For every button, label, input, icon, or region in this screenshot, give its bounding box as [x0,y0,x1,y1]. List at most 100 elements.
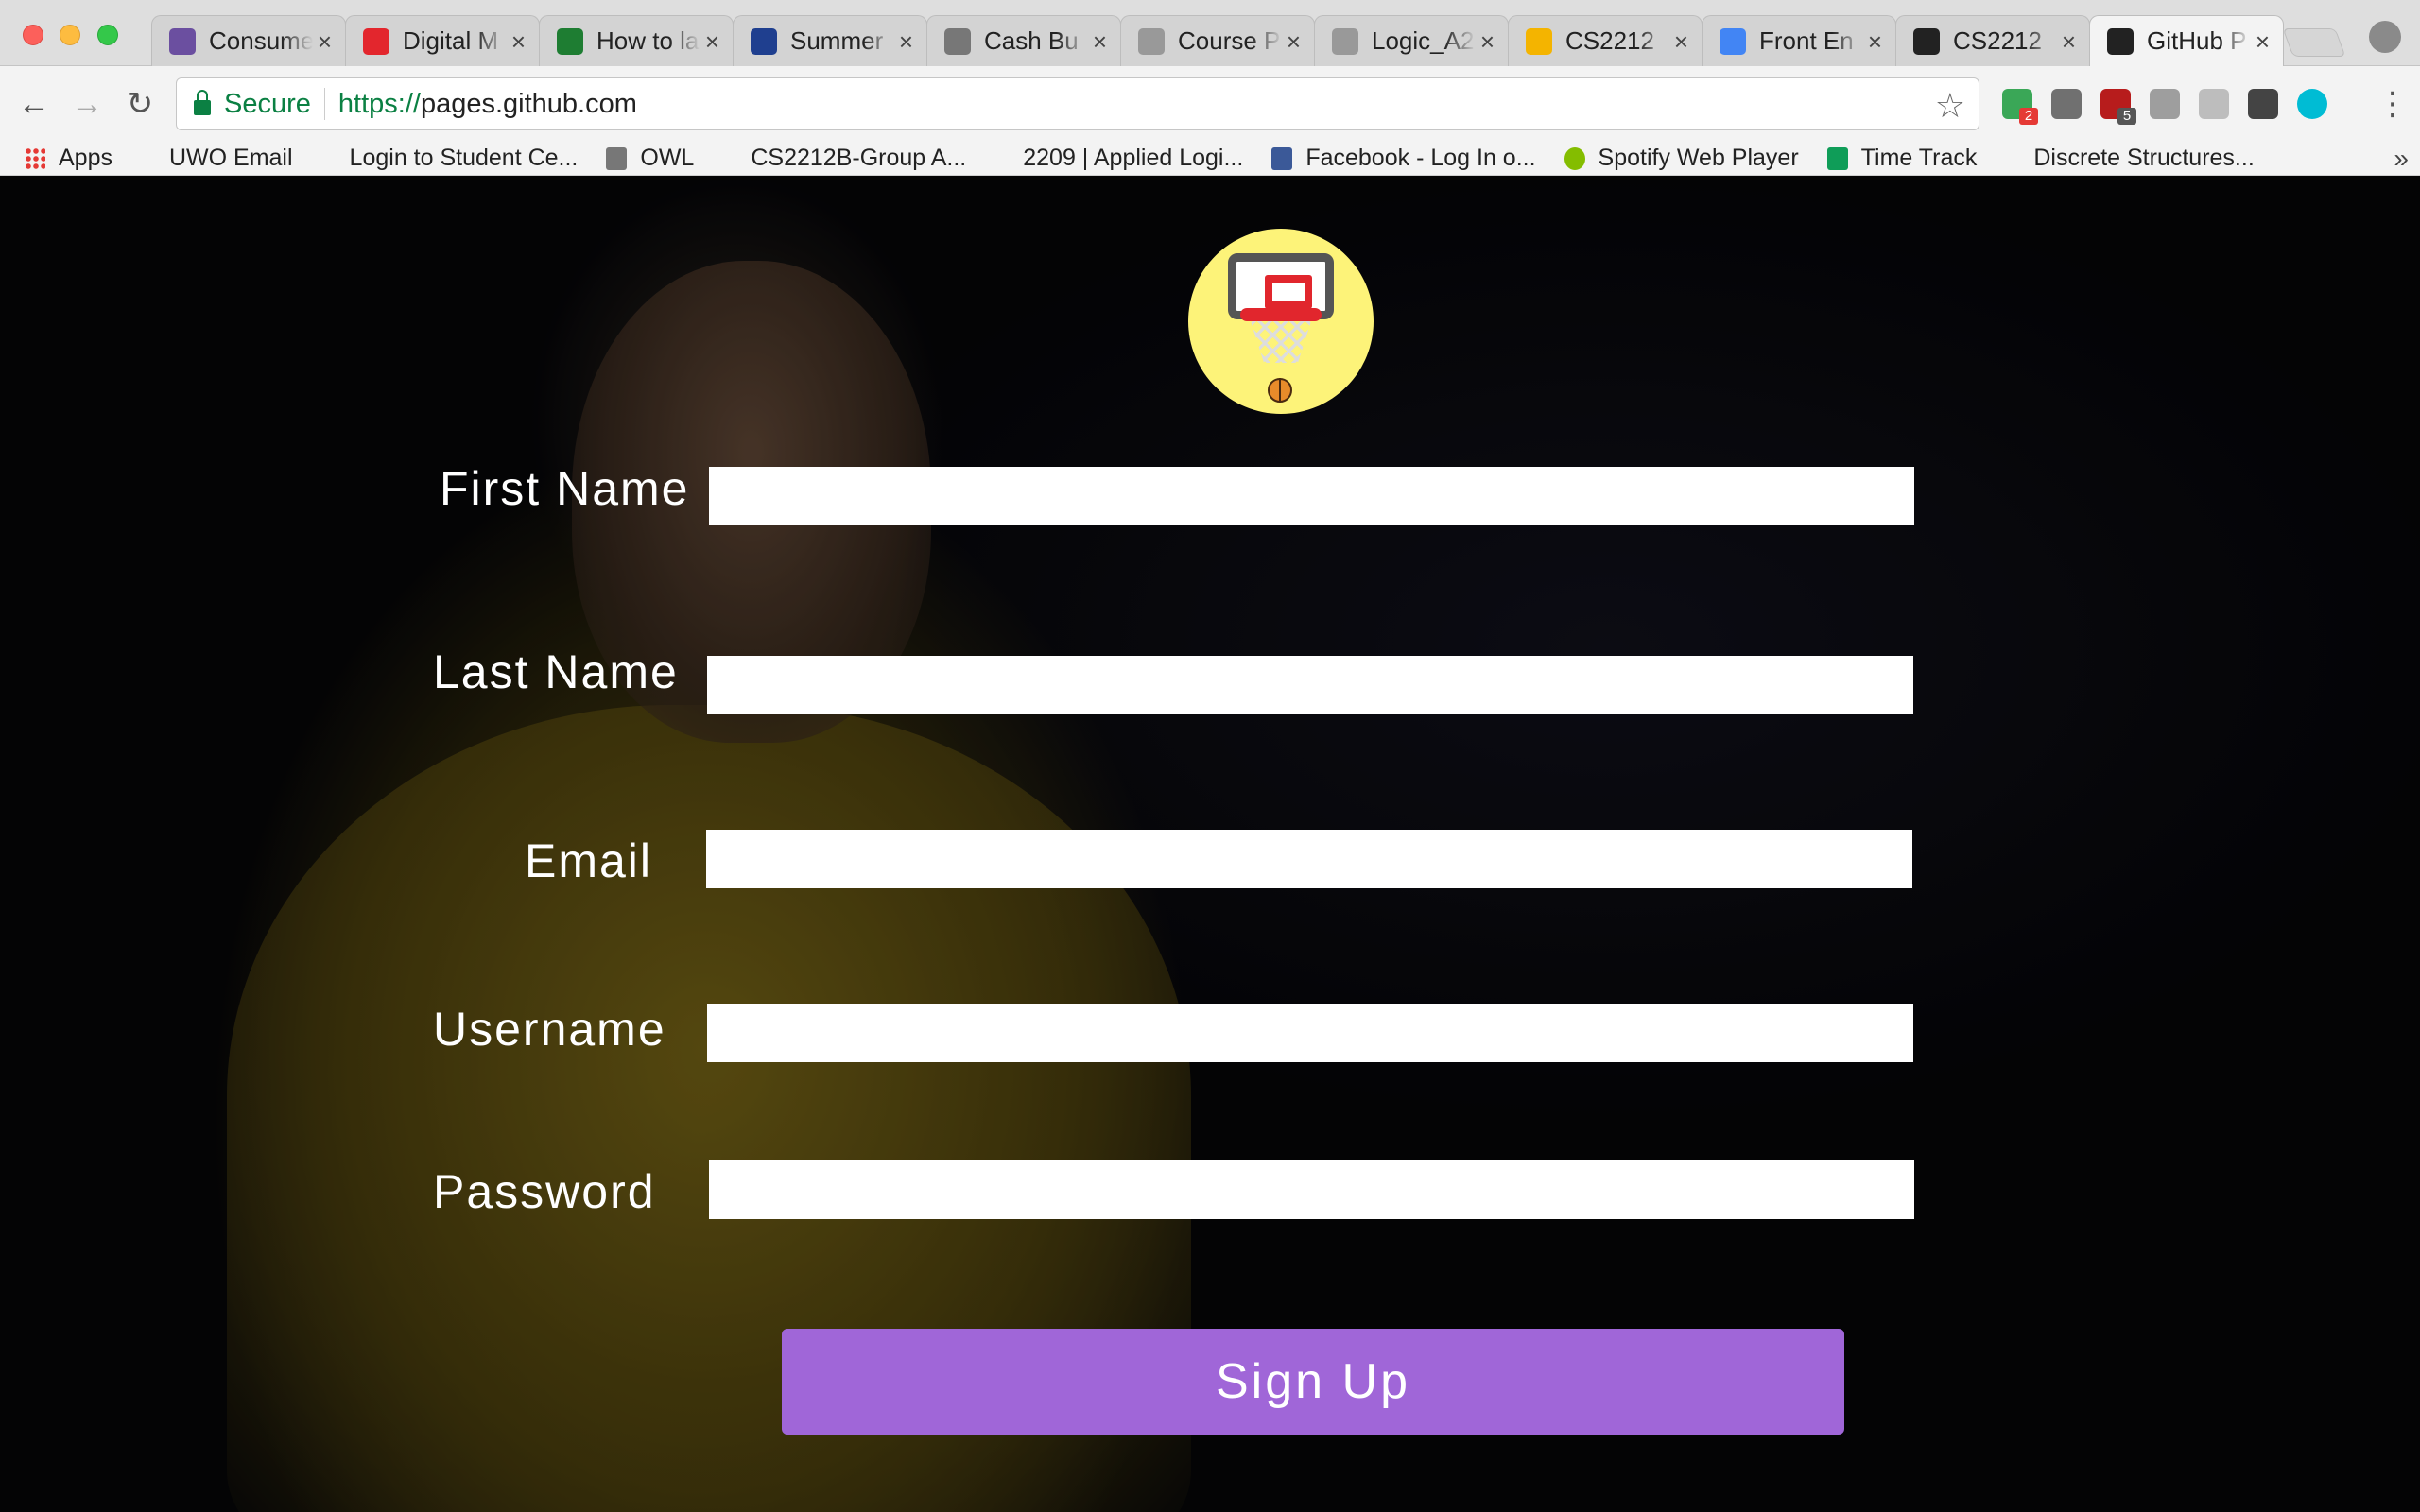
tab-close-icon[interactable]: × [2062,27,2076,56]
tab-label: Summer [790,26,884,55]
browser-tab[interactable]: Consumer × [151,15,346,66]
apps-grid-icon [25,146,45,170]
bookmark-item[interactable]: Spotify Web Player [1564,145,1799,172]
last-name-label: Last Name [433,645,679,698]
red-circle-icon [363,27,389,55]
tab-close-icon[interactable]: × [2256,27,2270,56]
google-drive-extension-icon[interactable] [2051,89,2082,119]
color-wheel-icon[interactable] [2248,89,2278,119]
browser-tab[interactable]: GitHub P × [2089,15,2284,66]
url-text[interactable]: https://pages.github.com [338,89,637,120]
tab-label: Consumer [209,26,313,55]
last-name-input[interactable] [707,656,1913,714]
bookmark-label: CS2212B-Group A... [751,145,967,171]
reload-icon[interactable]: ↻ [119,83,161,125]
tab-strip: Consumer × Digital M × How to la × Summer × Cash… [0,0,2420,66]
green-extension-icon[interactable]: 2 [2002,89,2038,125]
address-bar[interactable]: Secure https://pages.github.com ☆ [176,77,1979,130]
signup-page: First Name Last Name Email Username Pass… [0,176,2420,1512]
first-name-input[interactable] [709,467,1914,525]
first-name-label: First Name [440,462,690,515]
browser-menu-icon[interactable]: ⋮ [2377,83,2409,125]
github-icon [1913,27,1940,55]
back-arrow-icon[interactable]: ← [13,83,55,125]
forward-arrow-icon[interactable]: → [66,83,108,125]
minimize-window-button[interactable] [60,25,80,45]
close-window-button[interactable] [23,25,43,45]
browser-tab[interactable]: Course P × [1120,15,1315,66]
power-icon[interactable] [2150,89,2180,119]
bookmark-item[interactable]: Apps [25,145,112,172]
bookmark-item[interactable]: CS2212B-Group A... [722,145,967,345]
google-docs-icon [1720,27,1746,55]
tab-label: CS2212 [1565,26,1654,55]
browser-tab[interactable]: CS2212 × [1895,15,2090,66]
browser-tab[interactable]: How to la × [539,15,734,66]
tab-close-icon[interactable]: × [1480,27,1495,56]
facebook-icon [1271,146,1293,170]
basketball-hoop-icon [1188,229,1374,414]
bookmark-label: Login to Student Ce... [349,145,579,171]
green-a-icon [557,27,583,55]
email-input[interactable] [706,830,1912,888]
browser-tab[interactable]: Logic_A2 × [1314,15,1509,66]
lock-icon [194,90,211,115]
tab-close-icon[interactable]: × [318,27,332,56]
email-label: Email [525,834,653,887]
tab-label: Front En [1759,26,1854,55]
google-drive-icon [1526,27,1552,55]
bookmark-label: Apps [59,145,112,171]
address-separator [323,88,325,120]
bookmark-item[interactable]: 2209 | Applied Logi... [994,145,1243,345]
sign-up-button[interactable]: Sign Up [782,1329,1844,1435]
tab-label: Cash Bu [984,26,1079,55]
tab-label: Logic_A2 [1372,26,1475,55]
browser-tab[interactable]: Digital M × [345,15,540,66]
recycle-icon[interactable] [2199,89,2229,119]
browser-tab[interactable]: CS2212 × [1508,15,1703,66]
spotify-icon [1564,146,1585,170]
hoop-net [1251,321,1311,363]
tab-label: Course P [1178,26,1281,55]
security-label: Secure [224,88,311,119]
password-input[interactable] [709,1160,1914,1219]
username-input[interactable] [707,1004,1913,1062]
owl-icon [606,146,628,170]
page-icon [1332,27,1358,55]
browser-tab[interactable]: Front En × [1702,15,1896,66]
tabs: Consumer × Digital M × How to la × Summer × Cash… [151,15,2284,66]
tab-close-icon[interactable]: × [1093,27,1107,56]
extension-badge: 5 [2118,108,2136,125]
sheets-icon [1826,146,1848,170]
browser-tab[interactable]: Cash Bu × [926,15,1121,66]
bookmark-label: OWL [640,145,695,171]
bookmark-item[interactable]: Time Track [1826,145,1978,172]
m-avatar-icon[interactable] [2297,89,2327,119]
bookmark-item[interactable]: Login to Student Ce... [320,145,579,345]
mascot-icon [944,27,971,55]
bookmark-star-icon[interactable]: ☆ [1935,86,1965,126]
ublock-icon[interactable]: 5 [2100,89,2136,125]
bookmark-item[interactable]: OWL [606,145,694,172]
fullscreen-window-button[interactable] [97,25,118,45]
tab-close-icon[interactable]: × [705,27,719,56]
password-label: Password [433,1165,656,1218]
tab-close-icon[interactable]: × [1287,27,1301,56]
tab-close-icon[interactable]: × [1868,27,1882,56]
bookmark-item[interactable]: Facebook - Log In o... [1271,145,1536,172]
tab-close-icon[interactable]: × [511,27,526,56]
tab-close-icon[interactable]: × [899,27,913,56]
url-scheme: https:// [337,88,421,119]
bookmark-item[interactable]: UWO Email [140,145,293,345]
backboard-target [1265,275,1312,309]
tab-close-icon[interactable]: × [1674,27,1688,56]
bookmarks-overflow-icon[interactable]: » [2394,142,2409,176]
bookmark-item[interactable]: Discrete Structures... [2005,145,2255,345]
profile-icon[interactable] [2369,21,2401,53]
github-icon [2107,27,2134,55]
basketball-icon [1268,378,1292,403]
tab-label: Digital M [403,26,499,55]
bookmark-label: Time Track [1860,145,1978,171]
browser-tab[interactable]: Summer × [733,15,927,66]
new-tab-button[interactable] [2282,28,2346,57]
